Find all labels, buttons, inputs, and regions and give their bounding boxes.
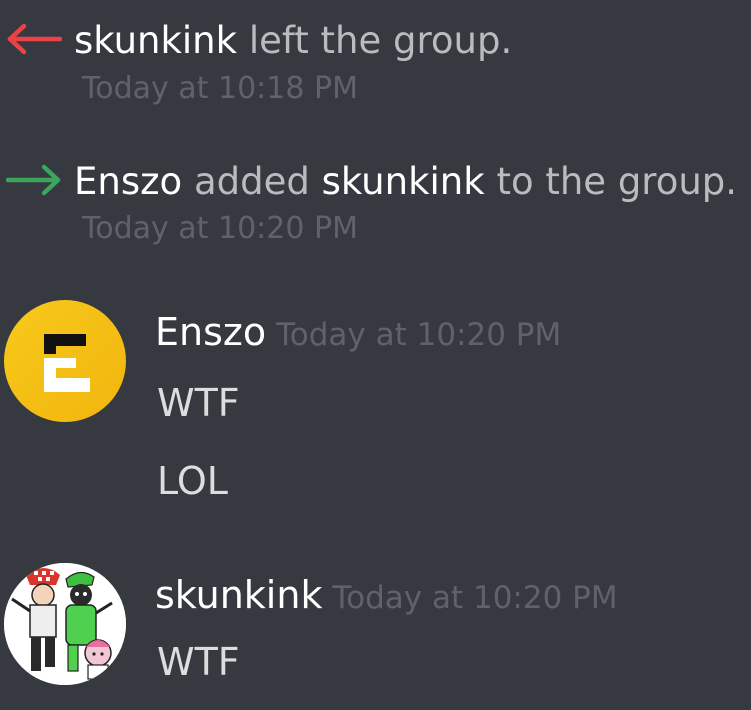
system-action-text: to the group.	[496, 160, 738, 203]
message-content: LOL	[157, 459, 228, 503]
message-timestamp: Today at 10:20 PM	[332, 580, 618, 616]
message-content: WTF	[157, 381, 240, 425]
username-link[interactable]: skunkink	[74, 19, 237, 62]
avatar[interactable]	[4, 300, 126, 422]
avatar[interactable]	[4, 563, 126, 685]
cartoon-group-avatar-icon	[4, 563, 126, 685]
system-action-text: added	[193, 160, 310, 203]
system-message-text: skunkink left the group.	[74, 22, 512, 59]
leave-arrow-icon	[7, 23, 62, 55]
system-message-text: Enszo added skunkink to the group.	[74, 163, 737, 200]
message-timestamp: Today at 10:18 PM	[82, 71, 358, 106]
message-timestamp: Today at 10:20 PM	[82, 211, 358, 246]
author-username[interactable]: skunkink	[155, 573, 322, 617]
author-username[interactable]: Enszo	[155, 310, 266, 354]
message-header: Enszo Today at 10:20 PM	[155, 313, 561, 351]
join-arrow-icon	[6, 164, 61, 196]
system-action-text: left the group.	[248, 19, 513, 62]
message-header: skunkink Today at 10:20 PM	[155, 576, 618, 614]
enszo-logo-avatar-icon	[4, 300, 126, 422]
username-link[interactable]: Enszo	[74, 160, 182, 203]
message-timestamp: Today at 10:20 PM	[276, 317, 562, 353]
message-content: WTF	[157, 640, 240, 684]
username-link[interactable]: skunkink	[322, 160, 485, 203]
